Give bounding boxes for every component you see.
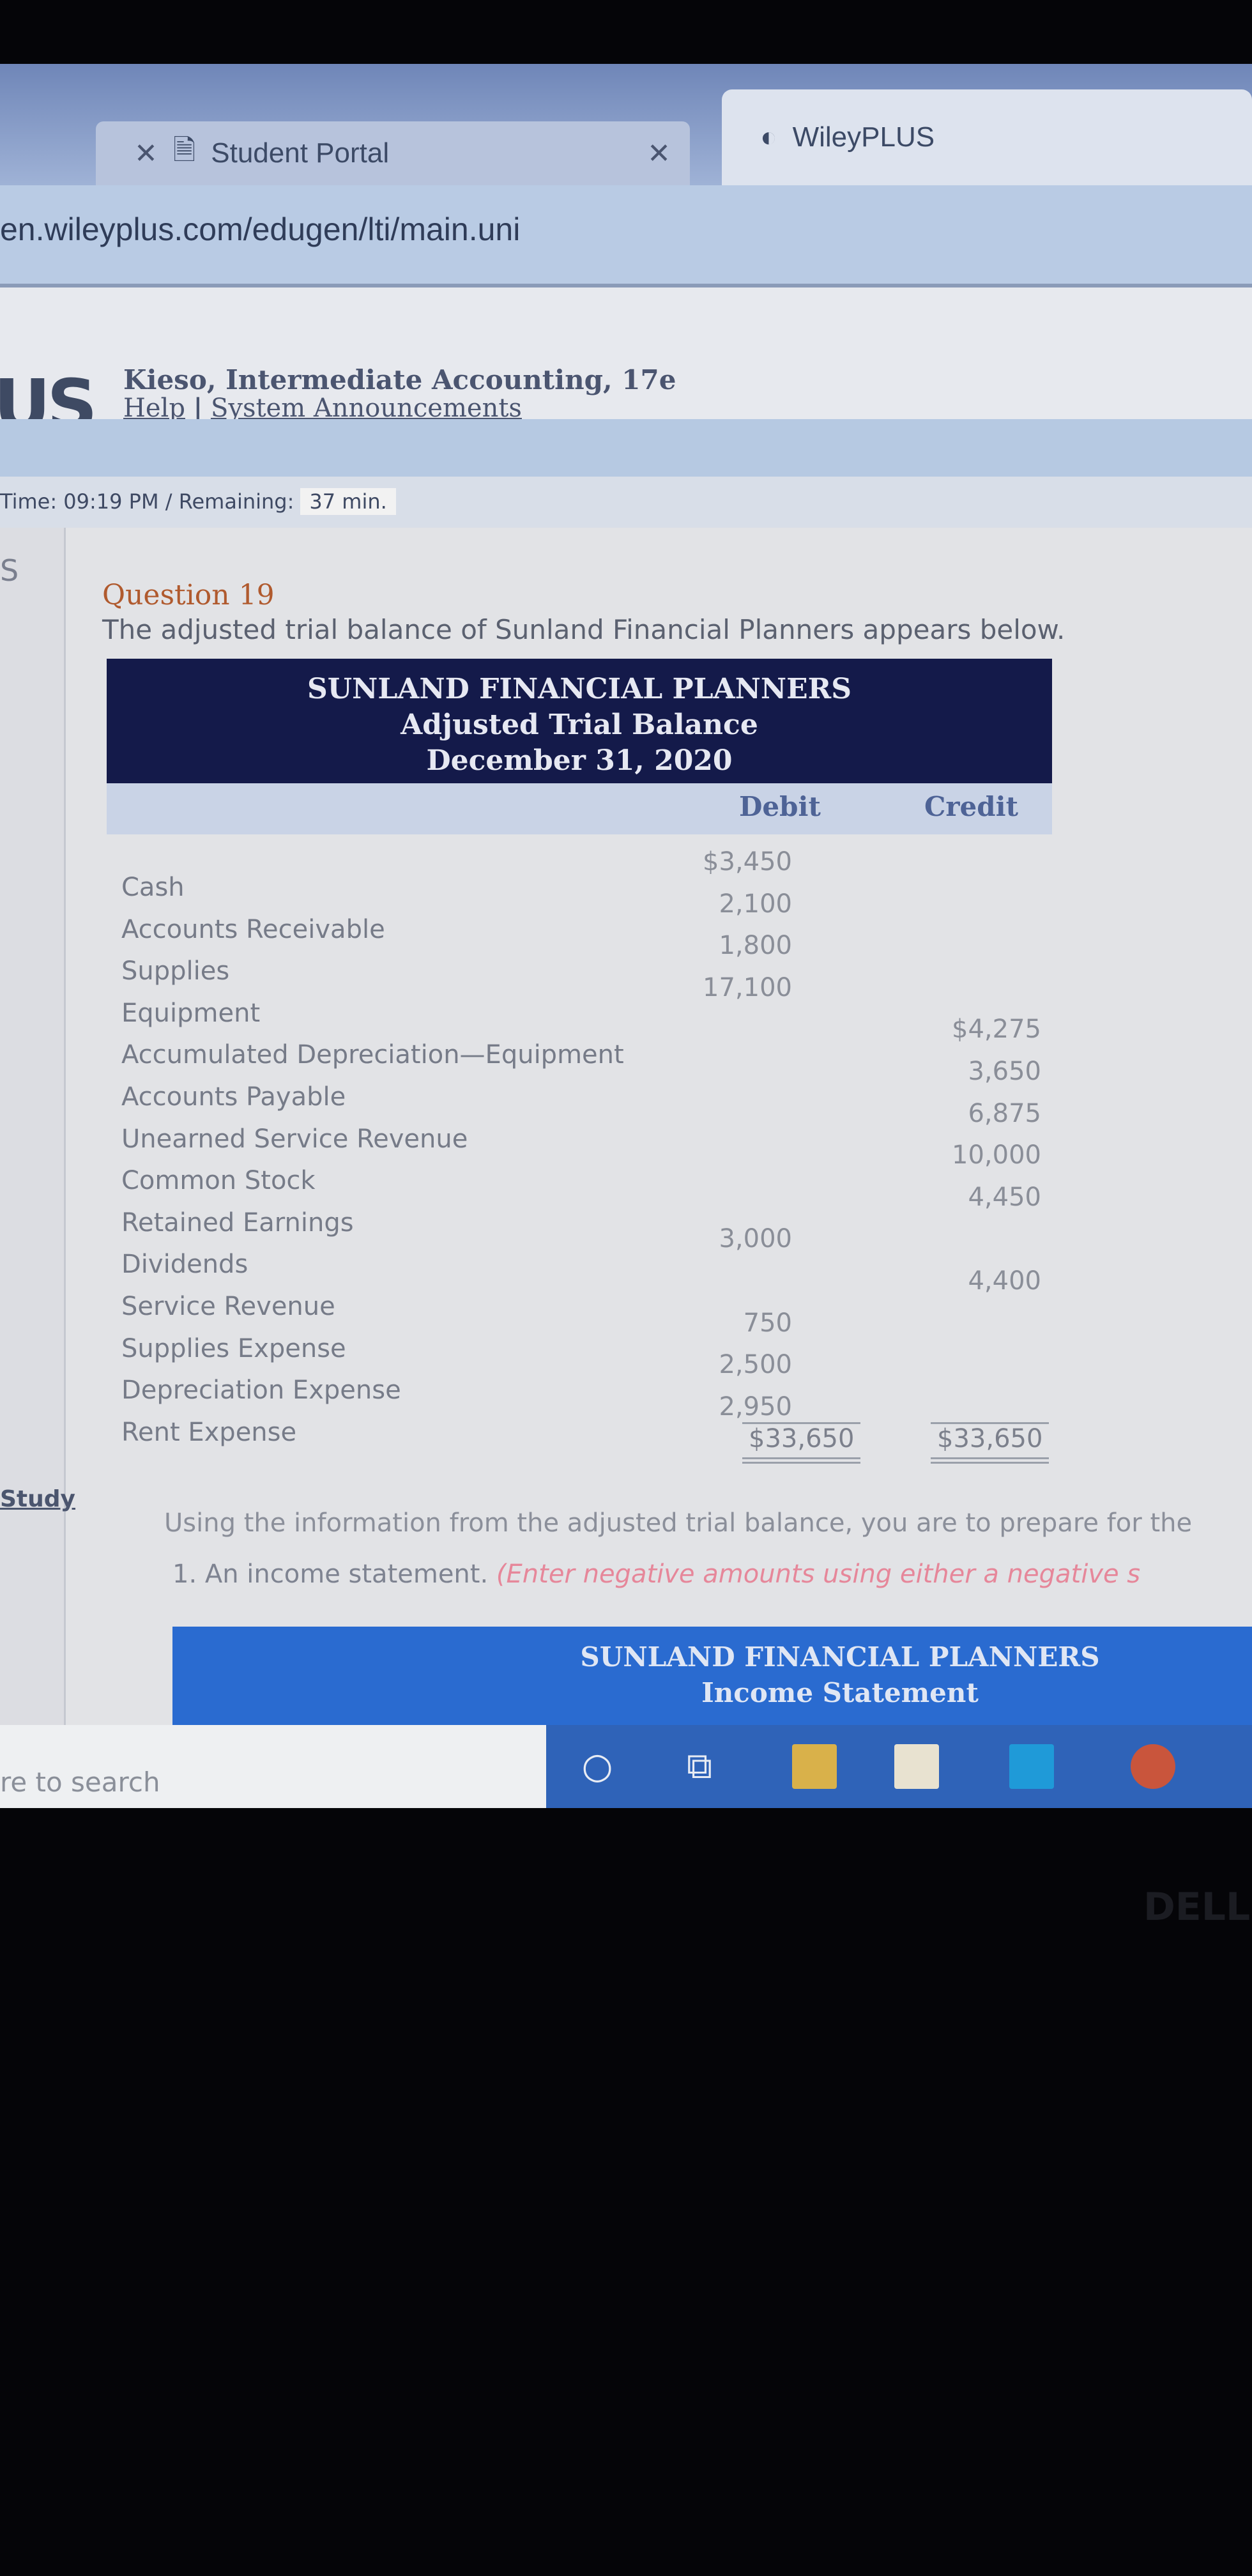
- debit-value: 3,000: [719, 1224, 792, 1254]
- debit-value: 1,800: [719, 931, 792, 961]
- credit-header: Credit: [924, 791, 1018, 822]
- cortana-icon[interactable]: ○: [575, 1744, 620, 1789]
- credit-value: 10,000: [952, 1140, 1041, 1170]
- wileyplus-icon: ◐: [760, 121, 777, 153]
- company-name: SUNLAND FINANCIAL PLANNERS: [307, 673, 851, 705]
- separator: |: [193, 393, 203, 423]
- table-row: Supplies Expense 750: [121, 1308, 1054, 1363]
- close-tab-icon[interactable]: ✕: [647, 137, 671, 170]
- table-row: Equipment 17,100: [121, 972, 1054, 1028]
- course-title: Kieso, Intermediate Accounting, 17e: [123, 364, 676, 395]
- credit-value: 6,875: [968, 1098, 1041, 1128]
- sidebar-letter: S: [0, 553, 19, 588]
- table-row: Common Stock 10,000: [121, 1140, 1054, 1195]
- debit-header: Debit: [739, 791, 821, 822]
- nav-band: [0, 419, 1252, 477]
- debit-value: 17,100: [703, 972, 792, 1002]
- statement-name: Adjusted Trial Balance: [401, 709, 758, 741]
- table-row: Service Revenue 4,400: [121, 1266, 1054, 1321]
- statement-date: December 31, 2020: [426, 744, 733, 777]
- tab-student-portal[interactable]: ✕ 🗎 Student Portal ✕: [96, 121, 690, 185]
- instructions: Using the information from the adjusted …: [164, 1508, 1193, 1538]
- dell-logo: DELL: [1143, 1885, 1251, 1929]
- tab-wileyplus[interactable]: ◐ WileyPLUS: [722, 89, 1252, 185]
- item-1-label: 1. An income statement.: [172, 1560, 489, 1589]
- table-row: Retained Earnings 4,450: [121, 1182, 1054, 1238]
- store-icon[interactable]: [894, 1744, 939, 1789]
- statement-name: Income Statement: [701, 1677, 979, 1708]
- table-row: Accumulated Depreciation—Equipment $4,275: [121, 1015, 1054, 1070]
- close-tab-icon[interactable]: ✕: [134, 137, 158, 170]
- study-link[interactable]: Study: [0, 1486, 75, 1512]
- table-row: Depreciation Expense 2,500: [121, 1350, 1054, 1405]
- browser-tab-bar: ✕ 🗎 Student Portal ✕ ◐ WileyPLUS: [0, 64, 1252, 185]
- table-row: Accounts Receivable 2,100: [121, 889, 1054, 944]
- chrome-icon[interactable]: [1131, 1744, 1175, 1789]
- column-headers: Debit Credit: [107, 783, 1052, 834]
- item-1: 1. An income statement. (Enter negative …: [172, 1560, 1140, 1589]
- credit-value: 3,650: [968, 1057, 1041, 1086]
- left-sidebar: S Study: [0, 528, 75, 1729]
- remaining-time: 37 min.: [300, 488, 396, 515]
- file-explorer-icon[interactable]: [792, 1744, 837, 1789]
- table-row: Accounts Payable 3,650: [121, 1057, 1054, 1112]
- question-intro: The adjusted trial balance of Sunland Fi…: [102, 614, 1065, 645]
- question-content: S Study Question 19 The adjusted trial b…: [0, 528, 1252, 1735]
- tab-label: Student Portal: [211, 137, 390, 169]
- page-icon: 🗎: [172, 134, 196, 166]
- company-name: SUNLAND FINANCIAL PLANNERS: [580, 1641, 1100, 1673]
- debit-value: 2,500: [719, 1350, 792, 1380]
- table-row: Dividends 3,000: [121, 1224, 1054, 1279]
- debit-value: 2,100: [719, 889, 792, 919]
- mail-icon[interactable]: [1009, 1744, 1054, 1789]
- address-bar[interactable]: en.wileyplus.com/edugen/lti/main.uni: [0, 185, 1252, 288]
- tab-label: WileyPLUS: [792, 121, 935, 153]
- site-header: US Kieso, Intermediate Accounting, 17e H…: [0, 288, 1252, 446]
- income-statement-header: SUNLAND FINANCIAL PLANNERS Income Statem…: [172, 1627, 1252, 1735]
- debit-value: 750: [743, 1308, 792, 1338]
- task-view-icon[interactable]: ⧉: [677, 1744, 722, 1789]
- item-1-note: (Enter negative amounts using either a n…: [496, 1560, 1141, 1589]
- question-title: Question 19: [102, 579, 275, 611]
- taskbar-search[interactable]: re to search: [0, 1725, 546, 1808]
- debit-value: $3,450: [703, 847, 792, 877]
- credit-value: 4,450: [968, 1182, 1041, 1212]
- timer-label: Time: 09:19 PM / Remaining:: [0, 489, 294, 514]
- credit-value: 4,400: [968, 1266, 1041, 1296]
- header-links: Help | System Announcements: [123, 393, 522, 423]
- debit-value: 2,950: [719, 1392, 792, 1422]
- account-name: Rent Expense: [121, 1417, 297, 1447]
- table-row: Unearned Service Revenue 6,875: [121, 1098, 1054, 1154]
- table-row: Cash $3,450: [121, 847, 1054, 902]
- windows-taskbar: re to search ○ ⧉: [0, 1725, 1252, 1808]
- timer-bar: Time: 09:19 PM / Remaining: 37 min.: [0, 477, 1252, 528]
- table-row: Rent Expense 2,950: [121, 1392, 1054, 1447]
- credit-value: $4,275: [952, 1015, 1041, 1045]
- url-text[interactable]: en.wileyplus.com/edugen/lti/main.uni: [0, 211, 520, 248]
- table-row: Supplies 1,800: [121, 931, 1054, 986]
